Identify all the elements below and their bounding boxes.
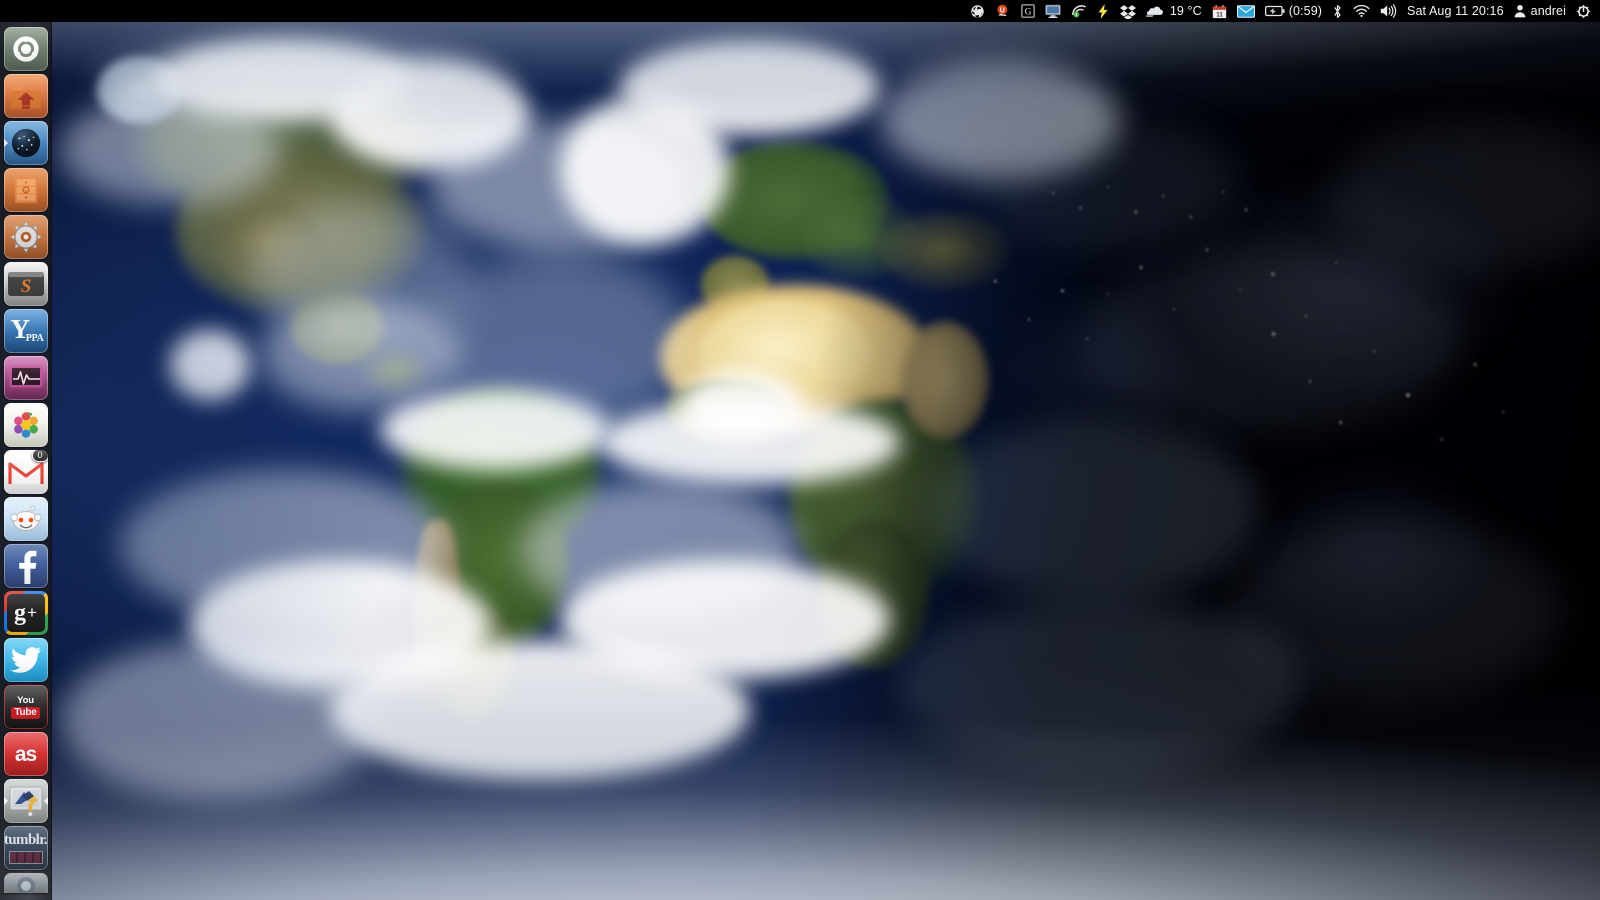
software-bag-icon (4, 168, 48, 212)
weather-temperature: 19 °C (1170, 4, 1202, 18)
wallpaper-limb-glow (0, 0, 1600, 900)
shutter-icon (970, 4, 985, 19)
indicator-volume[interactable] (1375, 0, 1402, 22)
indicator-battery[interactable]: (0:59) (1260, 0, 1327, 22)
pinwheel-icon (4, 403, 48, 447)
google-plus-icon: g + (7, 594, 45, 632)
indicator-messaging[interactable] (1232, 0, 1260, 22)
lastfm-icon: as (4, 732, 48, 776)
ubuntu-logo-icon (4, 27, 48, 71)
home-folder-icon (4, 74, 48, 118)
launcher-item-reddit[interactable] (4, 497, 48, 541)
calendar-icon: 11 (1212, 4, 1227, 19)
indicator-wifi[interactable] (1348, 0, 1375, 22)
power-gear-icon (1576, 4, 1591, 19)
top-panel[interactable]: U G (0, 0, 1600, 22)
clock-label: Sat Aug 11 20:16 (1407, 4, 1504, 18)
launcher-item-clipped[interactable] (4, 873, 48, 893)
launcher-item-tumblr[interactable]: tumblr. (4, 826, 48, 870)
launcher-item-system-monitor[interactable] (4, 356, 48, 400)
facebook-f-icon (4, 544, 48, 588)
indicator-power-bolt[interactable] (1092, 0, 1115, 22)
paintbrush-icon (4, 779, 48, 823)
volume-icon (1380, 4, 1397, 18)
launcher-item-sublime-text[interactable]: S (4, 262, 48, 306)
unity-launcher[interactable]: S Y PPA (0, 22, 52, 900)
launcher-item-lastfm[interactable]: as (4, 732, 48, 776)
indicator-bluetooth[interactable] (1327, 0, 1348, 22)
launcher-item-appearance[interactable] (4, 779, 48, 823)
launcher-item-facebook[interactable] (4, 544, 48, 588)
display-icon (1045, 4, 1061, 19)
launcher-item-twitter[interactable] (4, 638, 48, 682)
svg-text:S: S (20, 276, 31, 297)
battery-time-remaining: (0:59) (1289, 4, 1322, 18)
launcher-item-y-ppa-manager[interactable]: Y PPA (4, 309, 48, 353)
power-bolt-icon (1097, 4, 1110, 19)
dropbox-icon (1120, 4, 1136, 19)
launcher-item-dash-home[interactable] (4, 27, 48, 71)
gplus-letter: g (14, 601, 26, 625)
svg-text:U: U (1000, 8, 1005, 15)
svg-text:G: G (1025, 7, 1032, 17)
indicator-session[interactable]: andrei (1509, 0, 1571, 22)
desktop-wallpaper[interactable] (0, 0, 1600, 900)
gmail-unread-badge: 0 (32, 450, 48, 462)
session-username: andrei (1531, 4, 1566, 18)
ubuntu-one-icon: U (995, 3, 1011, 19)
tumblr-icon: tumblr. (4, 826, 48, 870)
clipped-app-icon (4, 873, 48, 893)
indicator-ubuntu-one[interactable]: U (990, 0, 1016, 22)
wifi-icon (1353, 4, 1370, 18)
globe-icon (4, 121, 48, 165)
youtube-you-text: You (17, 696, 34, 706)
launcher-item-youtube[interactable]: You Tube (4, 685, 48, 729)
launcher-item-pinwheel-app[interactable] (4, 403, 48, 447)
twitter-bird-icon (4, 638, 48, 682)
indicator-calendar[interactable]: 11 (1207, 0, 1232, 22)
indicator-dropbox[interactable] (1115, 0, 1141, 22)
indicator-system[interactable] (1571, 0, 1596, 22)
indicator-grooveshark[interactable]: G (1016, 0, 1040, 22)
letter-g-icon: G (1021, 4, 1035, 18)
indicator-display[interactable] (1040, 0, 1066, 22)
envelope-icon (1237, 5, 1255, 18)
battery-icon (1265, 5, 1285, 17)
gear-icon (4, 215, 48, 259)
indicator-network-signal[interactable] (1066, 0, 1092, 22)
user-icon (1514, 4, 1526, 18)
heartbeat-icon (4, 356, 48, 400)
indicator-weather[interactable]: 19 °C (1141, 0, 1207, 22)
youtube-icon: You Tube (4, 685, 48, 729)
indicator-shutter[interactable] (965, 0, 990, 22)
tumblr-filmstrip (9, 851, 43, 864)
youtube-tube-text: Tube (11, 707, 39, 719)
launcher-item-system-settings[interactable] (4, 215, 48, 259)
desktop-screen: U G (0, 0, 1600, 900)
launcher-item-google-plus[interactable]: g + (4, 591, 48, 635)
lastfm-wordmark: as (15, 744, 36, 765)
launcher-item-globe-app[interactable] (4, 121, 48, 165)
cloud-icon (1146, 4, 1165, 18)
calendar-day-number: 11 (1216, 11, 1223, 18)
indicator-clock[interactable]: Sat Aug 11 20:16 (1402, 0, 1509, 22)
tumblr-wordmark: tumblr. (4, 832, 47, 849)
launcher-item-software-center[interactable] (4, 168, 48, 212)
gplus-plus-sign: + (27, 603, 37, 623)
launcher-item-gmail[interactable]: 0 (4, 450, 48, 494)
network-signal-icon (1071, 4, 1087, 18)
reddit-alien-icon (4, 497, 48, 541)
yppa-icon: Y PPA (4, 309, 48, 353)
launcher-item-files[interactable] (4, 74, 48, 118)
sublime-s-icon: S (4, 262, 48, 306)
bluetooth-icon (1332, 4, 1343, 19)
